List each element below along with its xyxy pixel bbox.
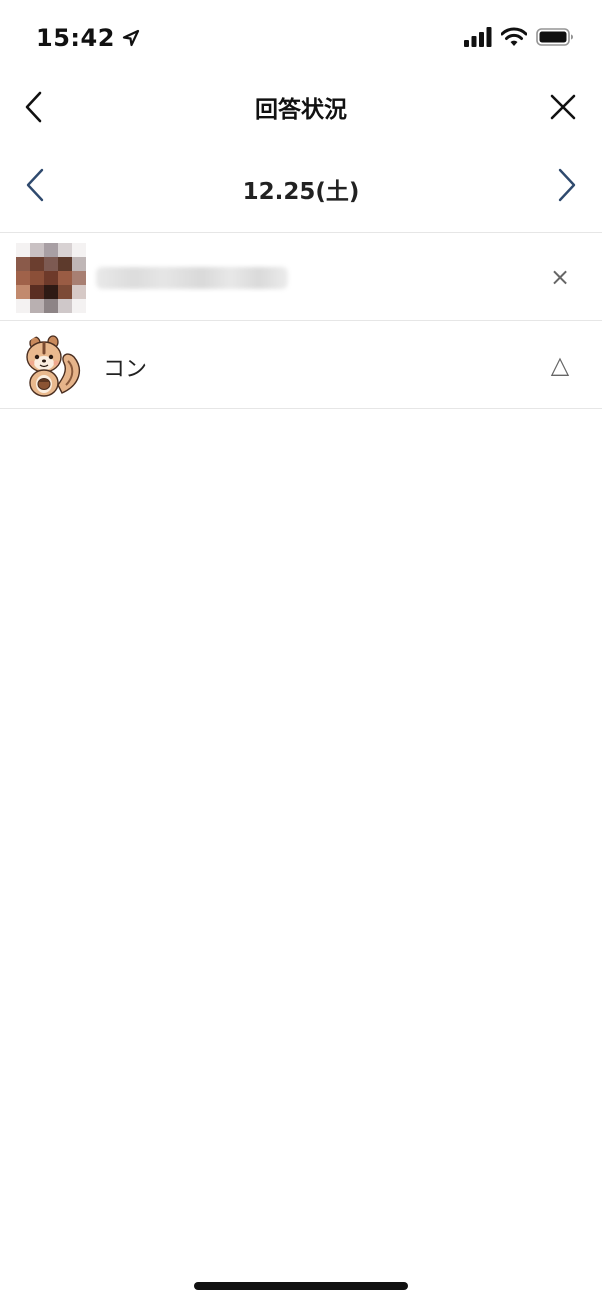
avatar [16,243,86,313]
status-time: 15:42 [36,24,141,52]
screen: 15:42 回答状況 12.25(土) × コン △ [0,0,602,1303]
next-date-button[interactable] [550,166,584,204]
close-icon [550,94,576,120]
response-status-mark: × [549,263,571,291]
location-arrow-icon [122,29,140,47]
date-label: 12.25(土) [242,179,360,205]
status-icons [464,27,574,47]
nav-header: 回答状況 [0,76,602,138]
member-name: コン [103,357,148,382]
chevron-right-icon [558,168,576,202]
page-title: 回答状況 [255,97,347,123]
pixelated-avatar-icon [16,243,86,313]
date-navigator: 12.25(土) [0,148,602,224]
clock-text: 15:42 [36,24,115,52]
home-indicator[interactable] [194,1282,408,1290]
member-name-redacted [96,267,288,289]
list-item[interactable]: コン △ [0,321,602,409]
cellular-signal-icon [464,27,492,47]
response-list: × コン △ [0,232,602,409]
wifi-icon [501,27,527,46]
list-item[interactable]: × [0,233,602,321]
chipmunk-avatar-icon [18,333,84,399]
close-button[interactable] [544,88,582,126]
response-status-mark: △ [550,351,570,379]
avatar [18,333,84,399]
status-bar: 15:42 [0,0,602,76]
battery-icon [536,28,573,46]
